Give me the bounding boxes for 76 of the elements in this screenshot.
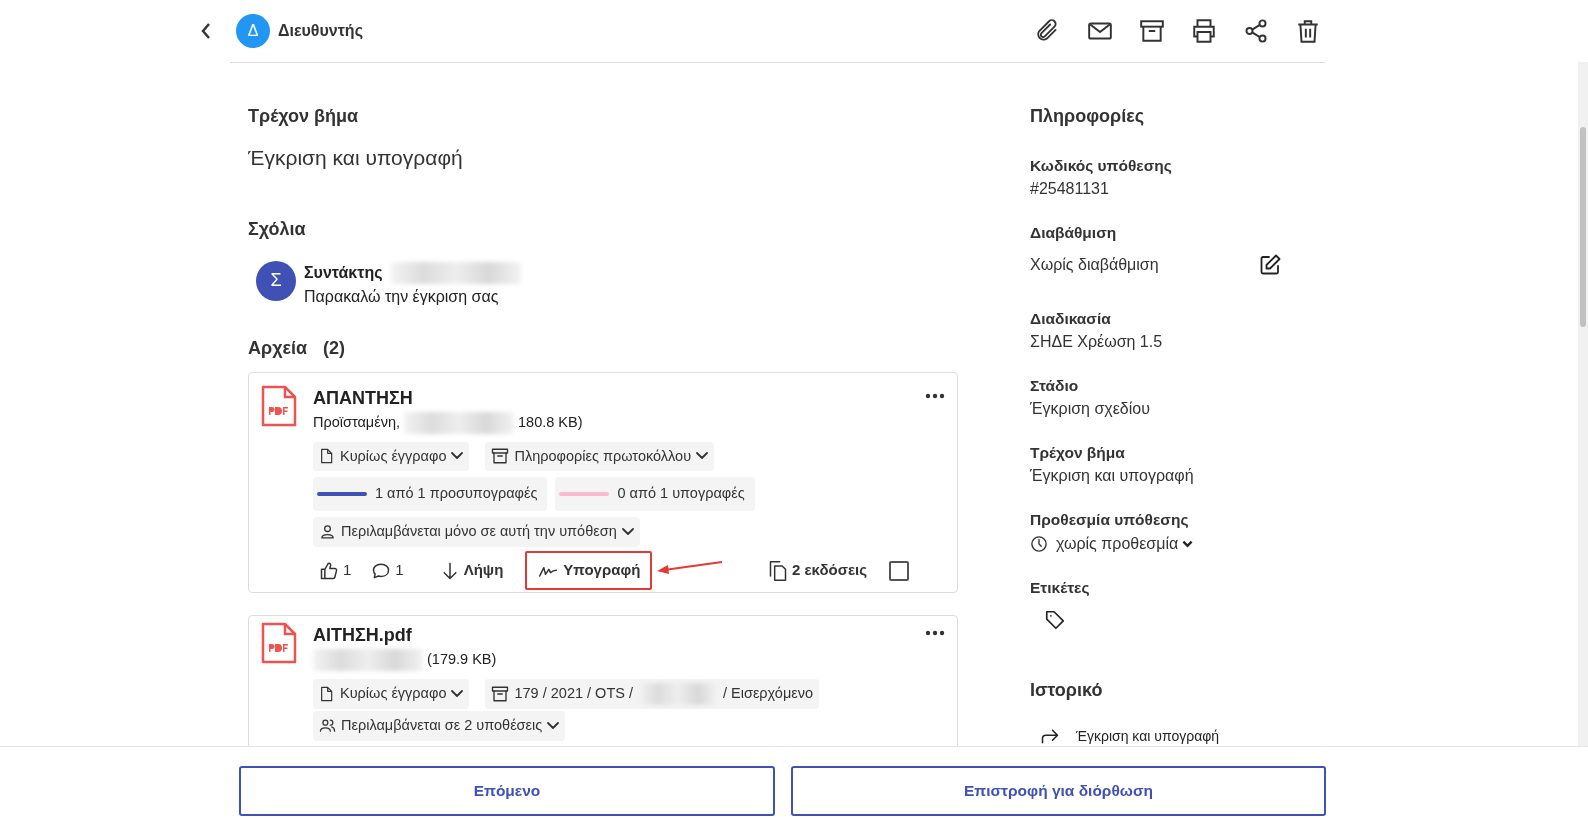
caret-icon (696, 452, 709, 461)
more-icon[interactable] (925, 392, 945, 399)
deadline-dropdown[interactable]: χωρίς προθεσμία (1030, 531, 1194, 556)
page-title: Διευθυντής (278, 21, 363, 41)
progress-label: 0 από 1 υπογραφές (617, 484, 745, 504)
archive-icon (491, 447, 510, 466)
checkbox[interactable] (889, 560, 909, 581)
section-heading: Πληροφορίες (1030, 105, 1146, 128)
pdf-file-icon (261, 621, 297, 664)
people-icon (319, 717, 336, 735)
thumbs-up-icon (319, 560, 339, 581)
info-label: Τρέχον βήμα (1030, 443, 1126, 463)
history-entry[interactable]: Έγκριση και υπογραφή (1076, 725, 1220, 746)
comment-author: Συντάκτης (304, 262, 383, 283)
section-heading: Ιστορικό (1030, 678, 1104, 702)
tag-icon[interactable] (1044, 608, 1066, 631)
annotation-arrow (656, 559, 725, 574)
file-meta: Προϊσταμένη, (313, 412, 401, 432)
forward-arrow-icon (1040, 726, 1060, 746)
print-icon[interactable] (1191, 18, 1217, 44)
info-label: Διαβάθμιση (1030, 223, 1118, 244)
info-label: Προθεσμία υπόθεσης (1030, 510, 1190, 531)
caret-icon (451, 452, 464, 461)
info-label: Ετικέτες (1030, 577, 1091, 598)
info-value: Έγκριση και υπογραφή (1030, 466, 1195, 487)
comments-button[interactable]: 1 (365, 555, 410, 586)
scrollbar[interactable] (1578, 62, 1588, 746)
caret-icon (621, 527, 634, 536)
caret-icon (547, 721, 560, 730)
file-name[interactable]: ΑΠΑΝΤΗΣΗ (313, 384, 909, 412)
person-icon (319, 523, 336, 541)
info-value: Έγκριση σχεδίου (1030, 399, 1151, 419)
section-heading: Αρχεία (248, 336, 308, 360)
file-count: (2) (323, 336, 346, 360)
protocol-info: 179 / 2021 / OTS / / Εισερχόμενο (485, 678, 819, 709)
more-icon[interactable] (925, 629, 945, 636)
copies-icon (767, 559, 788, 582)
archive-icon[interactable] (1139, 18, 1165, 44)
info-label: Διαδικασία (1030, 308, 1112, 329)
inclusion-dropdown[interactable]: Περιλαμβάνεται μόνο σε αυτή την υπόθεση (313, 517, 640, 547)
document-icon (319, 685, 335, 702)
footer-button[interactable]: Επιστροφή για διόρθωση (791, 765, 1326, 816)
info-value: Χωρίς διαβάθμιση (1030, 254, 1159, 275)
back-icon[interactable] (200, 22, 212, 40)
caret-icon (1182, 539, 1194, 548)
file-meta: (179.9 KB) (427, 650, 497, 669)
document-icon (319, 448, 335, 465)
info-value: #25481131 (1030, 179, 1110, 200)
info-label: Κωδικός υπόθεσης (1030, 156, 1173, 176)
caret-icon (451, 689, 464, 698)
delete-icon[interactable] (1295, 18, 1321, 44)
section-heading: Σχόλια (248, 217, 307, 241)
versions-button[interactable]: 2 εκδόσεις (761, 555, 873, 586)
edit-icon[interactable] (1258, 252, 1282, 277)
document-type-dropdown[interactable]: Κυρίως έγγραφο (313, 441, 470, 472)
download-button[interactable]: Λήψη (433, 555, 510, 586)
protocol-chip[interactable]: Πληροφορίες πρωτοκόλλου (485, 441, 715, 472)
archive-icon (491, 684, 510, 703)
clock-icon (1030, 534, 1048, 553)
like-button[interactable]: 1 (313, 555, 358, 586)
inclusion-dropdown[interactable]: Περιλαμβάνεται σε 2 υποθέσεις (313, 710, 566, 741)
sign-button[interactable]: Υπογραφή (525, 551, 653, 590)
info-label: Στάδιο (1030, 375, 1080, 396)
progress-label: 1 από 1 προσυπογραφές (375, 484, 538, 504)
share-icon[interactable] (1243, 18, 1269, 44)
file-name[interactable]: ΑΙΤΗΣΗ.pdf (313, 621, 909, 649)
current-step-value: Έγκριση και υπογραφή (248, 145, 464, 171)
file-meta: 180.8 KB) (518, 412, 583, 432)
document-type-dropdown[interactable]: Κυρίως έγγραφο (313, 678, 470, 709)
footer-button[interactable]: Επόμενο (239, 765, 775, 816)
info-value: ΣΗΔΕ Χρέωση 1.5 (1030, 331, 1164, 352)
pdf-file-icon (261, 384, 297, 427)
avatar: Δ (236, 14, 270, 48)
section-heading: Τρέχον βήμα (248, 105, 360, 128)
comment-text: Παρακαλώ την έγκριση σας (304, 286, 500, 307)
avatar: Σ (256, 260, 296, 301)
